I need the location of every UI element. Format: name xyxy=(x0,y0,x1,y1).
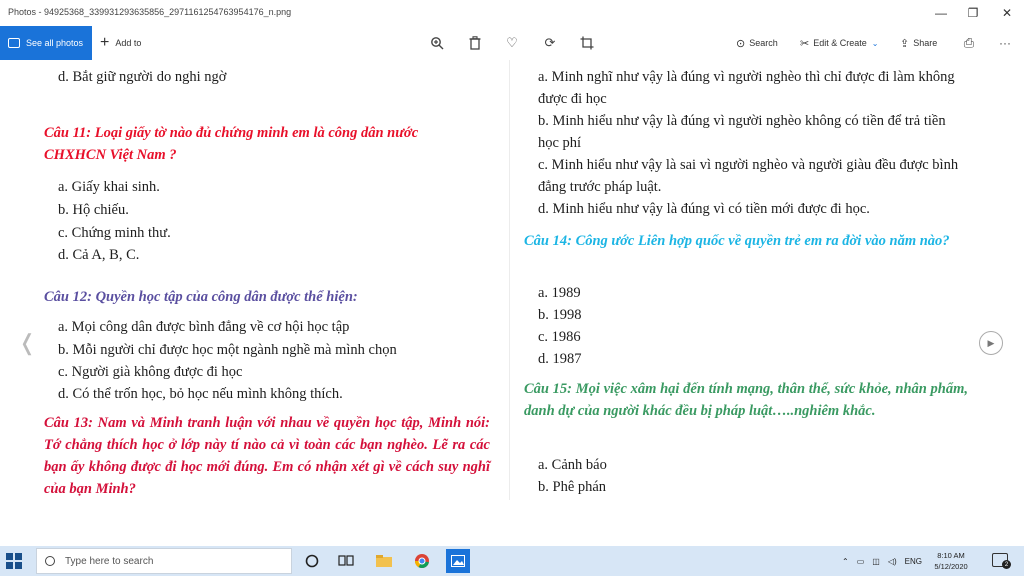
volume-icon[interactable]: ◁) xyxy=(888,557,897,566)
option-text: b. Mỗi người chỉ được học một ngành nghề… xyxy=(58,342,397,358)
option-text: d. Có thể trốn học, bỏ học nếu mình khôn… xyxy=(58,386,343,402)
maximize-button[interactable]: ❐ xyxy=(956,0,990,26)
zoom-icon[interactable] xyxy=(428,34,446,52)
file-explorer-icon[interactable] xyxy=(374,551,394,571)
battery-icon[interactable]: ▭ xyxy=(857,557,865,566)
share-icon: ⇪ xyxy=(900,37,910,50)
edit-icon: ✂ xyxy=(800,37,810,50)
windows-start-icon[interactable] xyxy=(6,553,22,569)
more-button[interactable]: ··· xyxy=(996,34,1014,52)
title-bar: Photos - 94925368_339931293635856_297116… xyxy=(0,0,1024,26)
edit-create-label: Edit & Create xyxy=(813,38,867,48)
print-icon[interactable]: ⎙ xyxy=(960,34,978,52)
notification-count: 2 xyxy=(1002,560,1011,569)
window-title: Photos - 94925368_339931293635856_297116… xyxy=(8,7,292,17)
option-text: d. 1987 xyxy=(538,351,582,367)
system-tray: ⌃ ▭ ◫ ◁) ENG xyxy=(842,546,922,576)
cortana-icon[interactable] xyxy=(302,551,322,571)
question-11: Câu 11: Loại giấy tờ nào đủ chứng minh e… xyxy=(44,125,419,163)
search-button[interactable]: ⊙ Search xyxy=(736,26,778,60)
clock-time: 8:10 AM xyxy=(937,551,965,560)
option-text: b. Hộ chiếu. xyxy=(58,202,129,218)
option-text: a. Cảnh báo xyxy=(538,457,607,473)
taskbar-search-placeholder: Type here to search xyxy=(65,555,154,567)
search-label: Search xyxy=(749,38,778,48)
option-text: b. 1998 xyxy=(538,307,582,323)
add-to-label: Add to xyxy=(115,38,142,48)
photos-toolbar: See all photos + Add to ♡ ⟳ ⊙ Search ✂ E… xyxy=(0,26,1024,60)
taskbar-search-box[interactable]: Type here to search xyxy=(36,548,292,574)
question-13: Câu 13: Nam và Minh tranh luận với nhau … xyxy=(44,415,490,497)
option-text: a. Giấy khai sinh. xyxy=(58,179,160,195)
next-photo-icon[interactable]: ▶ xyxy=(979,331,1003,355)
option-text: d. Cả A, B, C. xyxy=(58,247,140,263)
option-text: c. 1986 xyxy=(538,329,581,345)
photo-viewer: d. Bắt giữ người do nghi ngờ Câu 11: Loạ… xyxy=(0,60,1024,546)
heart-icon[interactable]: ♡ xyxy=(503,34,521,52)
crop-icon[interactable] xyxy=(578,34,596,52)
search-icon: ⊙ xyxy=(736,37,746,50)
question-14: Câu 14: Công ước Liên hợp quốc về quyền … xyxy=(524,233,950,249)
see-all-photos-button[interactable]: See all photos xyxy=(0,26,92,60)
rotate-icon[interactable]: ⟳ xyxy=(541,34,559,52)
option-text: b. Minh hiểu như vậy là đúng vì người ng… xyxy=(538,113,946,151)
delete-icon[interactable] xyxy=(466,34,484,52)
option-text: d. Bắt giữ người do nghi ngờ xyxy=(58,69,227,85)
option-text: c. Chứng minh thư. xyxy=(58,225,171,241)
search-icon xyxy=(45,556,55,566)
edit-create-button[interactable]: ✂ Edit & Create ⌄ xyxy=(800,26,878,60)
previous-photo-icon[interactable]: ❬ xyxy=(18,330,36,356)
clock[interactable]: 8:10 AM 5/12/2020 xyxy=(924,550,978,572)
option-text: a. Mọi công dân được bình đẳng về cơ hội… xyxy=(58,319,350,335)
close-button[interactable]: ✕ xyxy=(990,0,1024,26)
option-text: d. Minh hiểu như vậy là đúng vì có tiền … xyxy=(538,201,870,217)
photos-icon xyxy=(8,38,20,48)
option-text: c. Minh hiểu như vậy là sai vì người ngh… xyxy=(538,157,959,195)
share-button[interactable]: ⇪ Share xyxy=(900,26,937,60)
clock-date: 5/12/2020 xyxy=(934,562,968,571)
chrome-icon[interactable] xyxy=(412,551,432,571)
share-label: Share xyxy=(913,38,938,48)
network-icon[interactable]: ◫ xyxy=(872,557,880,566)
option-text: c. Người già không được đi học xyxy=(58,364,243,380)
task-view-icon[interactable] xyxy=(336,551,356,571)
add-to-button[interactable]: + Add to xyxy=(100,26,141,60)
question-12: Câu 12: Quyền học tập của công dân được … xyxy=(44,289,358,305)
plus-icon: + xyxy=(100,34,110,51)
question-15: Câu 15: Mọi việc xâm hại đến tính mạng, … xyxy=(524,381,968,419)
taskbar: Type here to search ⌃ ▭ ◫ ◁) ENG 8:10 AM… xyxy=(0,546,1024,576)
photos-app-icon[interactable] xyxy=(446,549,470,573)
chevron-up-icon[interactable]: ⌃ xyxy=(842,557,849,566)
option-text: b. Phê phán xyxy=(538,479,607,495)
column-divider xyxy=(509,60,510,500)
minimize-button[interactable]: — xyxy=(924,0,958,26)
language-indicator[interactable]: ENG xyxy=(905,557,922,566)
see-all-label: See all photos xyxy=(26,38,84,48)
option-text: a. Minh nghĩ như vậy là đúng vì người ng… xyxy=(538,69,955,107)
option-text: a. 1989 xyxy=(538,285,581,301)
chevron-down-icon: ⌄ xyxy=(871,38,879,48)
